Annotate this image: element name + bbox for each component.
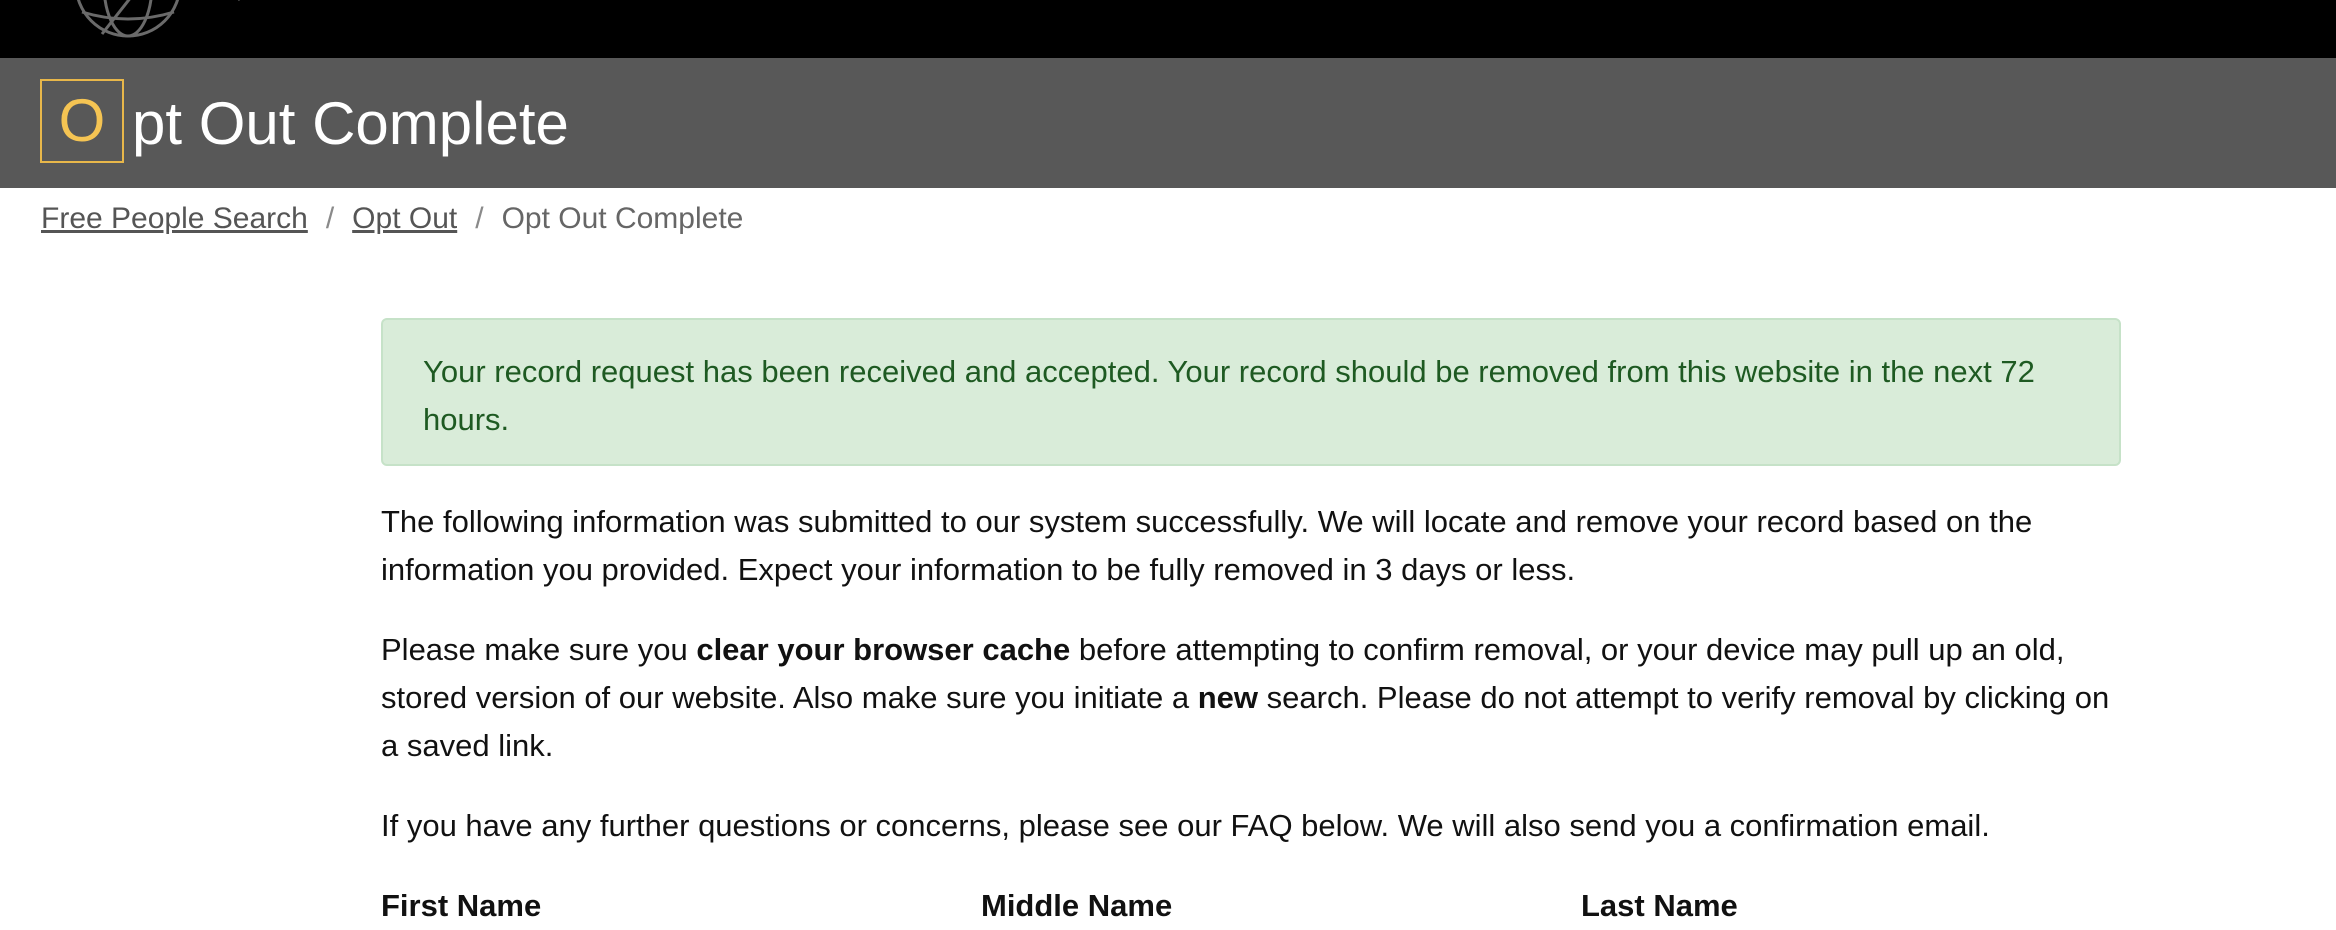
cache-emphasis: clear your browser cache <box>696 632 1071 667</box>
globe-icon[interactable] <box>72 0 184 40</box>
breadcrumb-link-free-people-search[interactable]: Free People Search <box>41 202 308 235</box>
title-initial-letter: O <box>40 79 124 163</box>
breadcrumb-current: Opt Out Complete <box>501 202 744 235</box>
column-header-last-name: Last Name <box>1581 888 1738 923</box>
success-alert: Your record request has been received an… <box>381 318 2121 466</box>
logo-mark-icon <box>238 0 240 1</box>
faq-paragraph: If you have any further questions or con… <box>381 808 1990 843</box>
page-title: pt Out Complete <box>132 90 569 157</box>
breadcrumb-separator: / <box>475 202 484 235</box>
breadcrumb-separator: / <box>325 202 335 235</box>
submission-info-paragraph: The following information was submitted … <box>381 504 2033 587</box>
breadcrumb-link-opt-out[interactable]: Opt Out <box>352 202 457 235</box>
success-alert-message: Your record request has been received an… <box>423 354 2035 437</box>
breadcrumb: Free People Search / Opt Out / Opt Out Compl… <box>41 198 743 240</box>
column-header-middle-name: Middle Name <box>981 888 1173 923</box>
top-navbar <box>0 0 2336 58</box>
main-content: The following information was submitted … <box>381 498 2121 882</box>
cache-text-1: Please make sure you <box>381 632 697 667</box>
cache-instructions-paragraph: Please make sure you clear your browser … <box>381 626 2121 770</box>
new-emphasis: new <box>1197 680 1259 715</box>
column-header-first-name: First Name <box>381 888 542 923</box>
submitted-info-table-header: First Name Middle Name Last Name <box>381 882 2181 923</box>
